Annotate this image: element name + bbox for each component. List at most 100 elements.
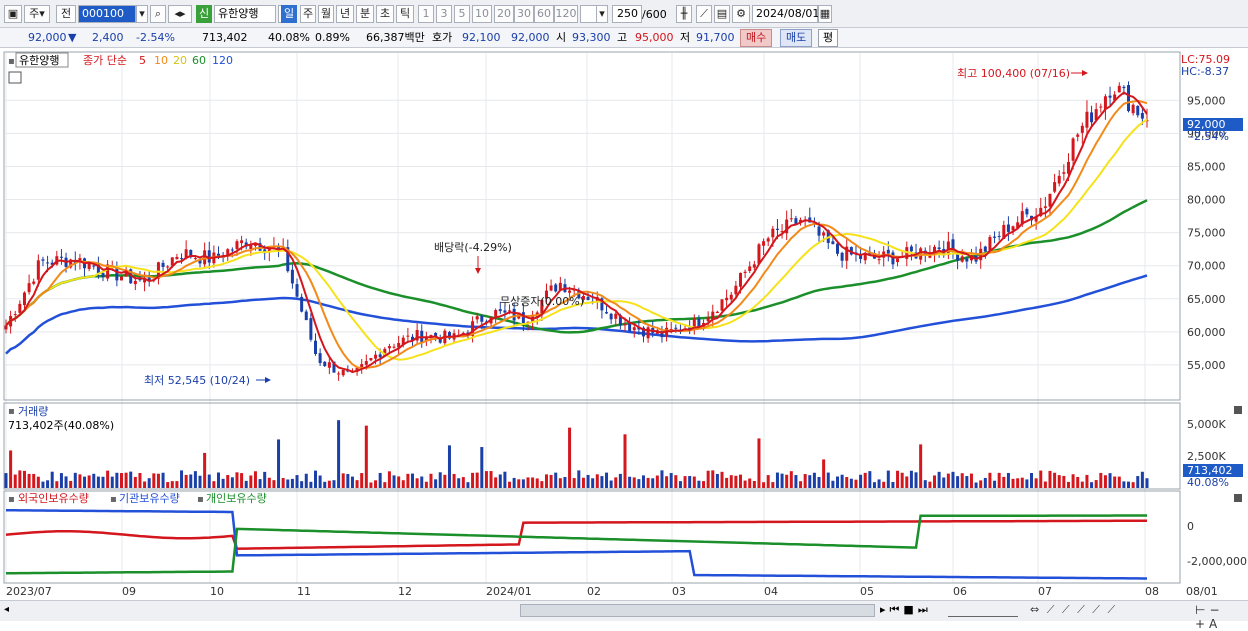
- interval-1[interactable]: 1: [418, 5, 434, 23]
- interval-5[interactable]: 5: [454, 5, 470, 23]
- tool-icons[interactable]: ⇔ ⟋ ⟋ ⟋ ⟋ ⟋: [1030, 603, 1117, 617]
- candle-body: [752, 264, 756, 268]
- market-select[interactable]: 주▾: [24, 5, 50, 23]
- tab-tick[interactable]: 틱: [396, 5, 414, 23]
- interval-10[interactable]: 10: [472, 5, 492, 23]
- candle-body: [549, 285, 553, 291]
- chart-scrollbar-area: ◂ ▸⏮■⏭ ⇔ ⟋ ⟋ ⟋ ⟋ ⟋ ⊢−+A: [0, 600, 1248, 631]
- volume-bar: [101, 476, 105, 488]
- interval-120[interactable]: 120: [554, 5, 578, 23]
- playback-controls[interactable]: ▸⏮■⏭: [880, 603, 932, 617]
- volume-bar: [1071, 474, 1075, 488]
- tab-week[interactable]: 주: [300, 5, 316, 23]
- volume-value: 713,402주(40.08%): [8, 419, 114, 432]
- candle-type-icon[interactable]: ╫: [676, 5, 692, 23]
- sell-button[interactable]: 매도: [780, 29, 813, 47]
- date-tick-right: 08/01: [1186, 585, 1218, 598]
- candle-body: [715, 311, 719, 314]
- scroll-thumb[interactable]: [520, 604, 875, 617]
- date-tick: 06: [953, 585, 967, 598]
- buy-button[interactable]: 매수: [740, 29, 773, 47]
- volume-bar: [914, 472, 918, 488]
- window-icon[interactable]: ▣: [4, 5, 22, 23]
- interval-20[interactable]: 20: [494, 5, 514, 23]
- volume-bar: [720, 471, 724, 488]
- code-input[interactable]: 000100: [78, 5, 136, 23]
- candle-body: [406, 335, 410, 337]
- tab-day[interactable]: 일: [281, 5, 297, 23]
- search-icon[interactable]: ⌕: [150, 5, 166, 23]
- volume-bar: [762, 482, 766, 488]
- candle-body: [508, 310, 512, 312]
- volume-bar: [1122, 481, 1126, 488]
- volume-bar: [277, 439, 281, 488]
- candle-body: [32, 281, 36, 284]
- volume-bar: [743, 480, 747, 488]
- calendar-icon[interactable]: ▦: [818, 5, 832, 23]
- volume-bar: [775, 472, 779, 488]
- volume-bar: [503, 471, 507, 488]
- candle-body: [337, 373, 341, 375]
- volume-bar: [905, 476, 909, 488]
- candle-body: [568, 290, 572, 293]
- tab-month[interactable]: 월: [318, 5, 334, 23]
- volume-ratio: 40.08%: [268, 31, 310, 44]
- flat-button[interactable]: 평: [818, 29, 839, 47]
- scroll-left-icon[interactable]: ◂: [4, 604, 9, 615]
- volume-bar: [346, 473, 350, 488]
- volume-bar: [87, 475, 91, 488]
- jeon-button[interactable]: 전: [56, 5, 76, 23]
- price-tick: 80,000: [1187, 194, 1226, 207]
- volume-bar: [683, 476, 687, 488]
- zoom-slider[interactable]: [948, 603, 1018, 617]
- volume-bar: [119, 473, 123, 488]
- indiv-holding-label: 개인보유수량: [206, 492, 267, 505]
- zoom-controls[interactable]: ⊢−+A: [1195, 603, 1248, 631]
- holding-close-icon[interactable]: [1234, 494, 1242, 502]
- volume-bar: [263, 471, 267, 488]
- stock-chart[interactable]: ▪ 유한양행 종가 단순 5 10 20 60 120 LC:75.09 HC:…: [0, 48, 1248, 600]
- volume-bar: [993, 480, 997, 488]
- draw-line-icon[interactable]: ⟋: [696, 5, 712, 23]
- speaker-icon[interactable]: ◂▸: [168, 5, 192, 23]
- candle-body: [1131, 104, 1135, 114]
- volume-bar: [868, 471, 872, 488]
- volume-bar: [207, 474, 211, 488]
- volume-bar: [928, 481, 932, 488]
- candle-body: [840, 252, 844, 261]
- interval-3[interactable]: 3: [436, 5, 452, 23]
- volume-bar: [161, 472, 165, 488]
- volume-bar: [1136, 476, 1140, 488]
- volume-bar: [609, 480, 613, 488]
- candle-body: [729, 294, 733, 300]
- tab-minute[interactable]: 분: [356, 5, 374, 23]
- candle-body: [1043, 206, 1047, 208]
- volume-bar: [891, 481, 895, 488]
- tab-year[interactable]: 년: [336, 5, 354, 23]
- gear-icon[interactable]: ⚙: [732, 5, 750, 23]
- volume-bar: [600, 476, 604, 488]
- low-label: 저: [680, 31, 691, 44]
- volume-bar: [951, 471, 955, 488]
- save-icon[interactable]: ▤: [714, 5, 730, 23]
- candle-body: [494, 310, 498, 317]
- holding-dot-icon-3: ▪: [197, 494, 204, 505]
- date-input[interactable]: 2024/08/01: [752, 5, 819, 23]
- count-input[interactable]: 250: [612, 5, 642, 23]
- volume-bar: [956, 476, 960, 488]
- count-total: /600: [642, 8, 667, 21]
- volume-close-icon[interactable]: [1234, 406, 1242, 414]
- volume-bar: [1085, 474, 1089, 488]
- interval-60[interactable]: 60: [534, 5, 554, 23]
- code-dropdown-icon[interactable]: ▾: [136, 5, 148, 23]
- interval-dropdown-icon[interactable]: ▾: [596, 5, 608, 23]
- interval-30[interactable]: 30: [514, 5, 534, 23]
- volume-bar: [267, 477, 271, 488]
- volume-bar: [258, 479, 262, 488]
- candle-body: [993, 236, 997, 238]
- table-toggle-icon[interactable]: [8, 71, 22, 84]
- tab-second[interactable]: 초: [376, 5, 394, 23]
- candle-body: [207, 250, 211, 263]
- volume-bar: [872, 482, 876, 488]
- volume-bar: [69, 480, 73, 488]
